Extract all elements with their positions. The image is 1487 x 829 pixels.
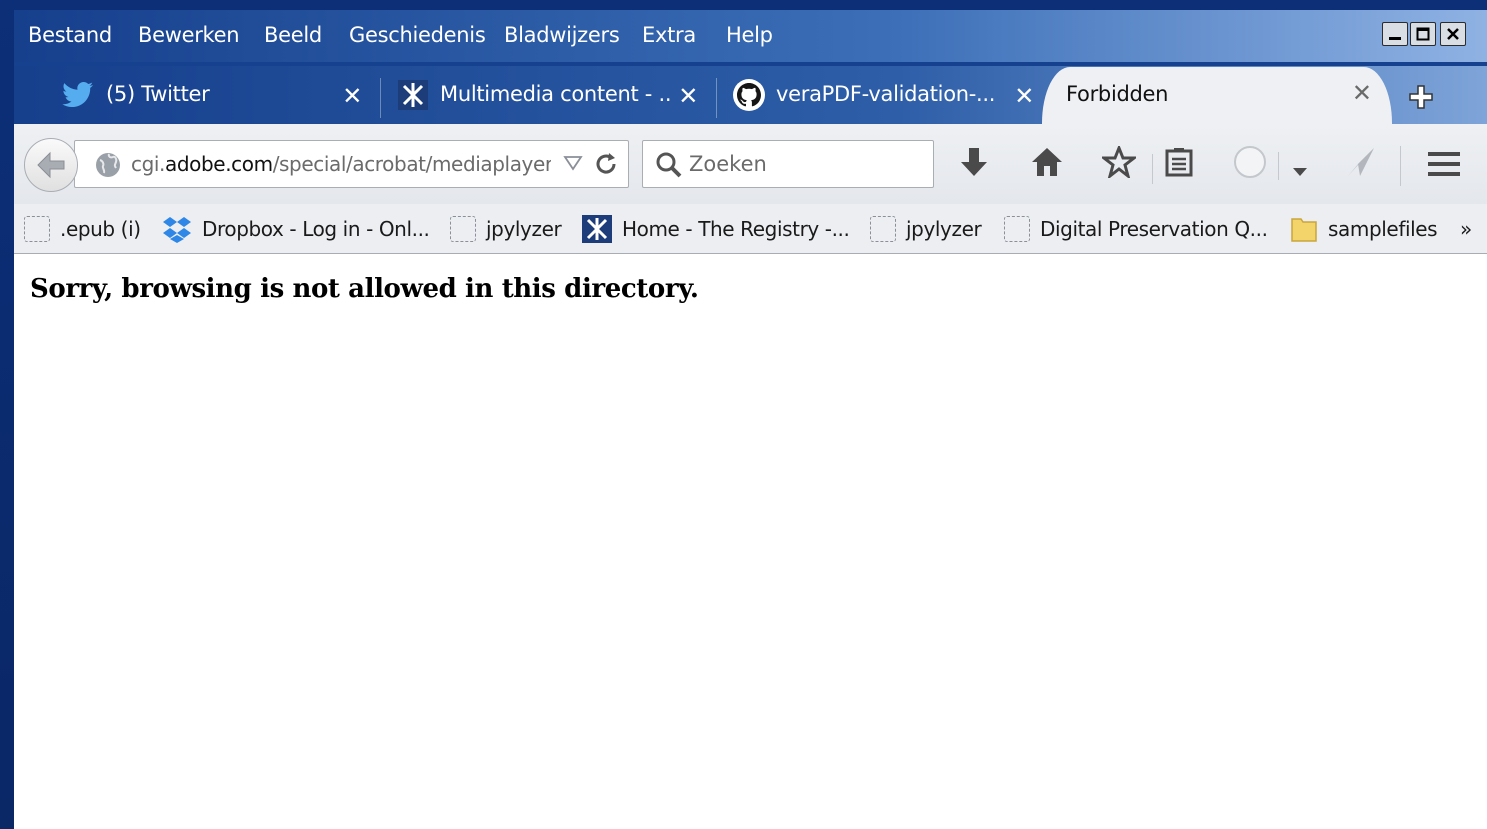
back-arrow-icon	[37, 151, 65, 179]
tab-forbidden[interactable]: Forbidden ✕	[1042, 67, 1392, 124]
close-window-button[interactable]	[1440, 22, 1466, 46]
bookmark-digital-preservation[interactable]: Digital Preservation Q...	[1004, 214, 1268, 244]
bookmark-registry-home[interactable]: Home - The Registry -...	[582, 214, 850, 244]
toolbar-separator	[1278, 152, 1279, 180]
blank-page-icon	[870, 216, 896, 242]
send-tab-icon[interactable]	[1344, 146, 1378, 182]
blank-page-icon	[450, 216, 476, 242]
toolbar-separator	[1152, 154, 1153, 184]
bookmarks-menu-icon[interactable]	[1164, 146, 1194, 182]
tab-separator	[716, 78, 717, 118]
registry-logo-icon	[582, 215, 612, 243]
search-bar[interactable]	[642, 140, 934, 188]
bookmark-label: jpylyzer	[906, 217, 982, 241]
download-icon[interactable]	[958, 146, 990, 184]
url-domain: adobe.com	[165, 152, 273, 176]
url-subdomain: cgi.	[131, 152, 166, 176]
folder-icon	[1290, 215, 1318, 243]
registry-logo-icon	[398, 80, 428, 115]
menu-geschiedenis[interactable]: Geschiedenis	[349, 23, 486, 47]
twitter-bird-icon	[62, 81, 94, 114]
github-octocat-icon	[732, 78, 766, 117]
tab-close-button[interactable]: ✕	[1014, 82, 1034, 110]
tab-close-button[interactable]: ✕	[1352, 79, 1372, 107]
bookmark-label: jpylyzer	[486, 217, 562, 241]
menu-bladwijzers[interactable]: Bladwijzers	[504, 23, 620, 47]
chevron-down-icon[interactable]	[1292, 162, 1308, 181]
bookmark-label: Dropbox - Log in - Onl...	[202, 217, 430, 241]
navigation-toolbar: cgi.adobe.com/special/acrobat/mediaplaye…	[14, 124, 1487, 204]
menu-bar: Bestand Bewerken Beeld Geschiedenis Blad…	[14, 10, 1487, 62]
bookmark-jpylyzer-1[interactable]: jpylyzer	[450, 214, 562, 244]
blank-page-icon	[24, 216, 50, 242]
globe-icon	[95, 152, 121, 182]
reload-icon[interactable]	[593, 151, 619, 181]
plus-icon	[1409, 85, 1433, 109]
tab-twitter[interactable]: (5) Twitter ✕	[14, 68, 376, 122]
menu-extra[interactable]: Extra	[642, 23, 696, 47]
minimize-icon	[1389, 37, 1401, 40]
bookmark-epub[interactable]: .epub (i)	[24, 214, 141, 244]
tab-verapdf[interactable]: veraPDF-validation-... ✕	[720, 68, 1048, 122]
new-tab-button[interactable]	[1402, 78, 1440, 116]
dropdown-arrow-icon[interactable]	[563, 155, 583, 175]
bookmark-samplefiles[interactable]: samplefiles	[1290, 214, 1438, 244]
toolbar-separator	[1400, 146, 1401, 186]
search-icon	[655, 151, 683, 183]
menu-bestand[interactable]: Bestand	[28, 23, 112, 47]
tab-title: veraPDF-validation-...	[776, 82, 996, 106]
dropbox-icon	[162, 215, 192, 243]
desktop-frame: Bestand Bewerken Beeld Geschiedenis Blad…	[0, 0, 1487, 829]
url-path: /special/acrobat/mediaplayer	[272, 152, 551, 176]
blank-page-icon	[1004, 216, 1030, 242]
browser-window: Bestand Bewerken Beeld Geschiedenis Blad…	[14, 10, 1487, 829]
tab-title: Multimedia content - ...	[440, 82, 670, 106]
tab-close-button[interactable]: ✕	[342, 82, 362, 110]
chevron-double-right-icon: »	[1460, 217, 1472, 241]
bookmark-dropbox[interactable]: Dropbox - Log in - Onl...	[162, 214, 430, 244]
bookmarks-overflow-button[interactable]: »	[1460, 214, 1472, 244]
tab-multimedia-content[interactable]: Multimedia content - ... ✕	[384, 68, 712, 122]
menu-help[interactable]: Help	[726, 23, 773, 47]
menu-beeld[interactable]: Beeld	[264, 23, 322, 47]
tab-separator	[380, 78, 381, 118]
home-icon[interactable]	[1030, 146, 1064, 182]
url-text: cgi.adobe.com/special/acrobat/mediaplaye…	[131, 152, 551, 176]
bookmark-label: samplefiles	[1328, 217, 1438, 241]
tab-title: Forbidden	[1066, 82, 1169, 106]
tab-title: (5) Twitter	[106, 82, 210, 106]
bookmark-jpylyzer-2[interactable]: jpylyzer	[870, 214, 982, 244]
back-button[interactable]	[24, 138, 78, 192]
tab-close-button[interactable]: ✕	[678, 82, 698, 110]
maximize-button[interactable]	[1410, 22, 1436, 46]
close-icon	[1447, 28, 1459, 40]
menu-bewerken[interactable]: Bewerken	[138, 23, 240, 47]
search-input[interactable]	[689, 147, 919, 181]
bookmark-label: Digital Preservation Q...	[1040, 217, 1268, 241]
bookmark-label: Home - The Registry -...	[622, 217, 850, 241]
hamburger-menu-icon[interactable]	[1428, 150, 1460, 182]
tab-bar: (5) Twitter ✕ Multimedia content - ... ✕…	[14, 66, 1487, 124]
error-message: Sorry, browsing is not allowed in this d…	[30, 274, 699, 304]
minimize-button[interactable]	[1382, 22, 1408, 46]
bookmark-star-icon[interactable]	[1099, 143, 1139, 182]
bookmarks-toolbar: .epub (i) Dropbox - Log in - Onl... jpyl…	[14, 204, 1487, 254]
maximize-icon	[1416, 27, 1430, 41]
bookmark-label: .epub (i)	[60, 217, 141, 241]
url-bar[interactable]: cgi.adobe.com/special/acrobat/mediaplaye…	[74, 140, 629, 188]
page-content: Sorry, browsing is not allowed in this d…	[14, 254, 1487, 829]
extension-circle-icon[interactable]	[1232, 144, 1268, 184]
